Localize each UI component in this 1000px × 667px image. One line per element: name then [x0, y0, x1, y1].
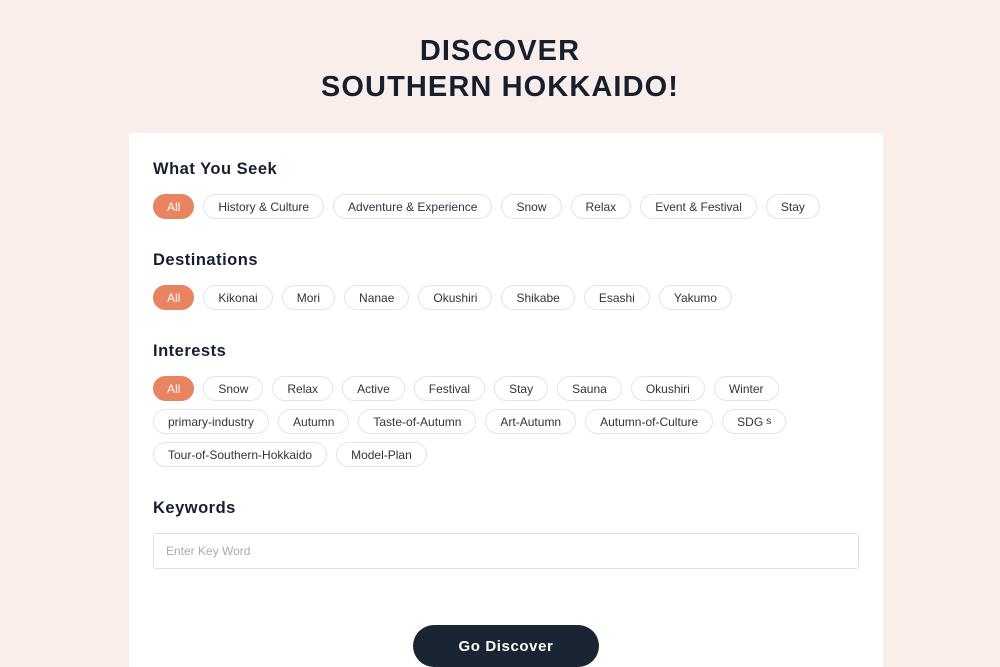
chip-group-what-you-seek: All History & Culture Adventure & Experien… [153, 194, 859, 219]
chip-label: Relax [585, 199, 617, 214]
search-page: DISCOVER SOUTHERN HOKKAIDO! What You See… [0, 0, 1000, 667]
chip-label: Tour-of-Southern-Hokkaido [168, 447, 313, 462]
page-title-line-1: DISCOVER [419, 35, 581, 67]
section-title-interests: Interests [153, 342, 227, 360]
destination-chip-yakumo[interactable]: Yakumo [658, 285, 732, 310]
chip-label: Stay [780, 199, 805, 214]
keyword-search-input[interactable] [153, 533, 859, 569]
go-discover-button[interactable]: Go Discover [412, 625, 600, 667]
interest-chip-autumn-of-culture[interactable]: Autumn-of-Culture [585, 409, 714, 434]
chip-label: Kikonai [218, 290, 258, 305]
chip-label-suffix: s [766, 415, 772, 428]
interest-chip-taste-of-autumn[interactable]: Taste-of-Autumn [358, 409, 477, 434]
chip-label: All [167, 381, 181, 396]
section-keywords: Keywords [153, 499, 859, 569]
chip-label: All [167, 290, 181, 305]
chip-group-interests: All Snow Relax Active Festival Stay Sauna Okush… [153, 376, 859, 467]
chip-label: Active [357, 381, 390, 396]
destination-chip-okushiri[interactable]: Okushiri [418, 285, 493, 310]
section-interests: Interests All Snow Relax Active Festival Stay… [153, 342, 859, 467]
what-you-seek-chip-all[interactable]: All [153, 194, 195, 219]
destination-chip-kikonai[interactable]: Kikonai [203, 285, 273, 310]
chip-label: SDG [737, 414, 764, 429]
chip-label: Autumn-of-Culture [600, 414, 699, 429]
section-what-you-seek: What You Seek All History & Culture Advent… [153, 160, 859, 219]
what-you-seek-chip-event-festival[interactable]: Event & Festival [640, 194, 757, 219]
chip-label: Snow [516, 199, 547, 214]
page-title: DISCOVER SOUTHERN HOKKAIDO! [0, 0, 1000, 105]
chip-label: Esashi [598, 290, 635, 305]
what-you-seek-chip-snow[interactable]: Snow [501, 194, 562, 219]
section-title-keywords: Keywords [153, 499, 236, 517]
chip-label: Yakumo [673, 290, 717, 305]
chip-label: Adventure & Experience [348, 199, 478, 214]
what-you-seek-chip-history-culture[interactable]: History & Culture [203, 194, 325, 219]
interest-chip-all[interactable]: All [153, 376, 195, 401]
chip-label: Art-Autumn [500, 414, 562, 429]
interest-chip-sauna[interactable]: Sauna [557, 376, 622, 401]
chip-label: primary-industry [168, 414, 255, 429]
destination-chip-mori[interactable]: Mori [281, 285, 336, 310]
section-title-destinations: Destinations [153, 251, 259, 269]
chip-label: Okushiri [433, 290, 478, 305]
interest-chip-festival[interactable]: Festival [413, 376, 486, 401]
destination-chip-nanae[interactable]: Nanae [344, 285, 410, 310]
chip-group-destinations: All Kikonai Mori Nanae Okushiri Shikabe Esashi… [153, 285, 859, 310]
submit-row: Go Discover [153, 625, 859, 667]
interest-chip-snow[interactable]: Snow [203, 376, 264, 401]
interest-chip-autumn[interactable]: Autumn [278, 409, 350, 434]
chip-label: Relax [287, 381, 319, 396]
destination-chip-all[interactable]: All [153, 285, 195, 310]
section-title-what-you-seek: What You Seek [153, 160, 278, 178]
chip-label: History & Culture [218, 199, 310, 214]
interest-chip-okushiri[interactable]: Okushiri [630, 376, 705, 401]
what-you-seek-chip-adventure-experience[interactable]: Adventure & Experience [333, 194, 493, 219]
page-title-line-2: SOUTHERN HOKKAIDO! [320, 71, 680, 103]
interest-chip-tour-of-southern-hokkaido[interactable]: Tour-of-Southern-Hokkaido [153, 442, 328, 467]
search-filter-card: What You Seek All History & Culture Advent… [129, 133, 883, 667]
interest-chip-sdg[interactable]: SDG s [722, 409, 787, 434]
what-you-seek-chip-stay[interactable]: Stay [765, 194, 820, 219]
interest-chip-model-plan[interactable]: Model-Plan [336, 442, 427, 467]
chip-label: Event & Festival [655, 199, 742, 214]
interest-chip-stay[interactable]: Stay [494, 376, 549, 401]
chip-label: Sauna [572, 381, 607, 396]
interest-chip-winter[interactable]: Winter [713, 376, 779, 401]
chip-label: Winter [728, 381, 764, 396]
chip-label: Taste-of-Autumn [373, 414, 462, 429]
interest-chip-active[interactable]: Active [342, 376, 405, 401]
chip-label: All [167, 199, 181, 214]
chip-label: Nanae [359, 290, 395, 305]
chip-label: Stay [509, 381, 534, 396]
destination-chip-shikabe[interactable]: Shikabe [501, 285, 575, 310]
chip-label: Mori [296, 290, 321, 305]
interest-chip-primary-industry[interactable]: primary-industry [153, 409, 270, 434]
destination-chip-esashi[interactable]: Esashi [583, 285, 650, 310]
chip-label: Shikabe [516, 290, 560, 305]
chip-label: Okushiri [645, 381, 690, 396]
interest-chip-art-autumn[interactable]: Art-Autumn [485, 409, 577, 434]
chip-label: Snow [218, 381, 249, 396]
section-destinations: Destinations All Kikonai Mori Nanae Okushiri… [153, 251, 859, 310]
chip-label: Festival [428, 381, 471, 396]
chip-label: Model-Plan [351, 447, 412, 462]
interest-chip-relax[interactable]: Relax [272, 376, 334, 401]
what-you-seek-chip-relax[interactable]: Relax [570, 194, 632, 219]
chip-label: Autumn [293, 414, 335, 429]
